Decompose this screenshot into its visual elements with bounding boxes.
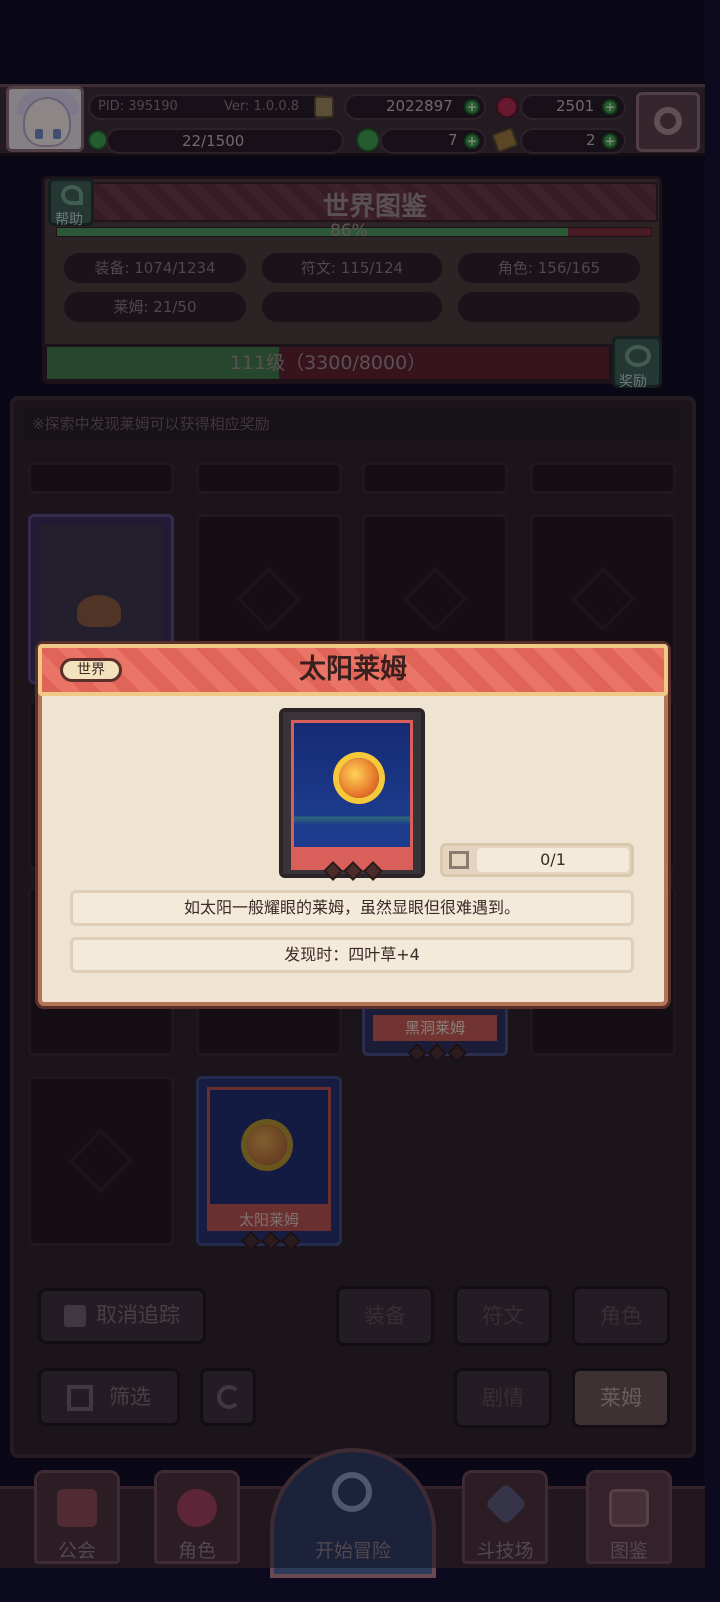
modal-lime-card: [279, 708, 425, 878]
sun-lime-art: [291, 720, 413, 850]
collection-icon: [449, 851, 469, 869]
star-icon: [363, 861, 383, 881]
sun-icon: [339, 758, 379, 798]
modal-title: 太阳莱姆: [299, 654, 407, 685]
star-icon: [323, 861, 343, 881]
lime-description: 如太阳一般耀眼的莱姆，虽然显眼但很难遇到。: [70, 890, 634, 926]
collect-count: 0/1: [477, 848, 629, 872]
lime-discover-reward: 发现时：四叶草+4: [70, 937, 634, 973]
modal-stars: [323, 861, 383, 881]
star-icon: [343, 861, 363, 881]
collect-count-box: 0/1: [440, 843, 634, 877]
world-tag: 世界: [60, 658, 122, 682]
